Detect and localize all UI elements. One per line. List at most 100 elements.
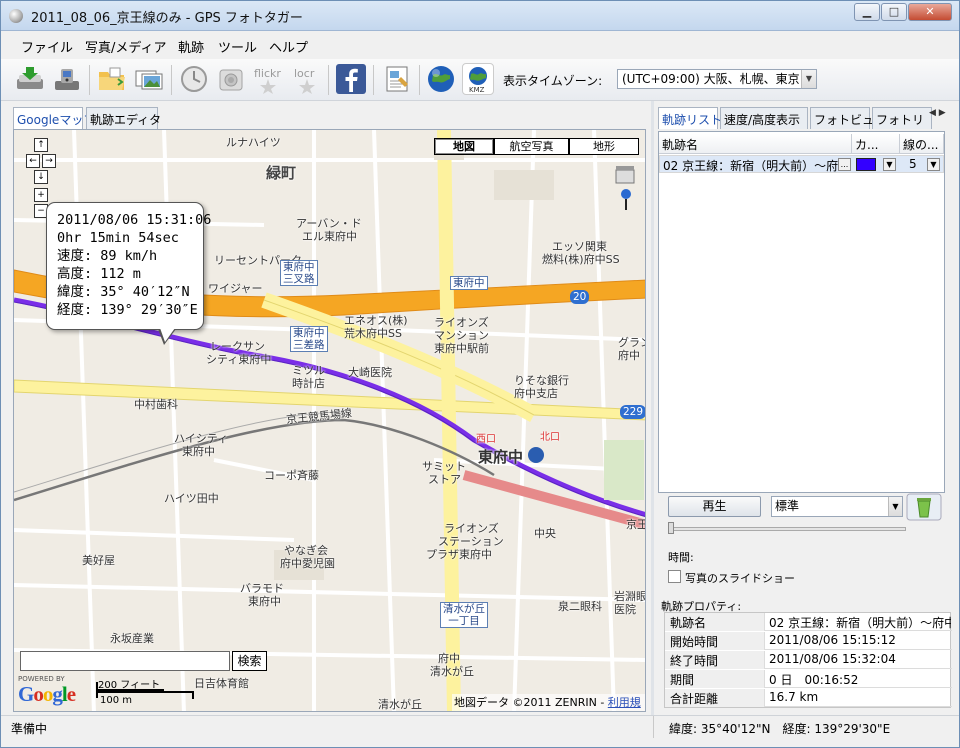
tab-google-map[interactable]: Googleマップ: [13, 107, 95, 129]
menu-help[interactable]: ヘルプ: [269, 37, 308, 56]
pan-down-button[interactable]: ↓: [34, 170, 48, 184]
property-value[interactable]: 0 日 00:16:52: [769, 670, 951, 688]
zoom-in-button[interactable]: +: [34, 188, 48, 202]
map-label: 医院: [614, 603, 636, 616]
map-label: 東府中: [248, 595, 281, 608]
menu-file[interactable]: ファイル: [21, 37, 73, 56]
play-button[interactable]: 再生: [668, 496, 761, 517]
map-label: 清水が丘: [430, 665, 474, 678]
maximize-button[interactable]: □: [881, 3, 907, 21]
gps-device-icon[interactable]: [51, 63, 83, 95]
station-label: 東府中: [478, 448, 524, 466]
map-search-button[interactable]: 検索: [232, 651, 267, 671]
menu-photo-media[interactable]: 写真/メディア: [85, 37, 166, 56]
close-button[interactable]: ✕: [908, 3, 952, 21]
map-label: 清水が丘: [378, 698, 422, 711]
tab-track-editor[interactable]: 軌跡エディタ: [86, 107, 161, 129]
map-label: 荒木府中SS: [344, 327, 402, 340]
app-icon: [9, 9, 23, 23]
property-key: 終了時間: [665, 651, 765, 669]
property-value[interactable]: 2011/08/06 15:15:12: [769, 632, 951, 650]
property-key: 合計距離: [665, 689, 765, 707]
chevron-down-icon[interactable]: ▼: [927, 158, 940, 171]
minimize-button[interactable]: ▁: [854, 3, 880, 21]
road-sign: 東府中 三叉路: [280, 260, 318, 286]
map-type-satellite[interactable]: 航空写真: [494, 138, 569, 155]
property-value[interactable]: 2011/08/06 15:32:04: [769, 651, 951, 669]
map-label: 時計店: [292, 377, 325, 390]
map-label: 美好屋: [82, 554, 115, 567]
balloon-longitude: 経度: 139° 29′30″E: [57, 302, 198, 318]
track-name-more-button[interactable]: ...: [838, 158, 851, 171]
tab-photo-view[interactable]: フォトビュー: [810, 107, 886, 129]
pane-splitter[interactable]: [651, 101, 654, 715]
google-earth-icon[interactable]: [425, 63, 457, 95]
pan-right-button[interactable]: →: [42, 154, 56, 168]
map-label: 大崎医院: [348, 366, 392, 379]
map-label: 燃料(株)府中SS: [542, 253, 620, 266]
property-key: 開始時間: [665, 632, 765, 650]
tab-track-list[interactable]: 軌跡リスト: [658, 107, 722, 129]
trash-icon[interactable]: [906, 493, 942, 521]
playback-slider-track[interactable]: [670, 527, 906, 531]
map-label: 永坂産業: [110, 632, 154, 645]
map-label: 京王: [626, 518, 646, 531]
track-list-grid: 軌跡名 カ... 線の... 02 京王線：新宿（明大前）～府中 ... ▼ 5…: [658, 131, 945, 493]
chevron-down-icon[interactable]: ▼: [883, 158, 896, 171]
column-header-color[interactable]: カ...: [852, 134, 900, 154]
title-bar[interactable]: 2011_08_06_京王線のみ - GPS フォトタガー ▁ □ ✕: [1, 1, 959, 31]
table-row[interactable]: 02 京王線：新宿（明大前）～府中 ... ▼ 5 ▼: [659, 155, 944, 173]
report-icon[interactable]: [381, 63, 413, 95]
track-name-cell: 02 京王線：新宿（明大前）～府中: [663, 159, 839, 173]
track-color-swatch[interactable]: [856, 158, 876, 171]
camera-icon[interactable]: [215, 63, 247, 95]
map-type-map[interactable]: 地図: [434, 138, 494, 155]
map-scale: 200 フィート 100 m: [96, 676, 196, 711]
locr-icon[interactable]: locr: [291, 63, 323, 95]
import-icon[interactable]: [14, 63, 46, 95]
menu-track[interactable]: 軌跡: [178, 37, 204, 56]
kmz-icon[interactable]: KMZ: [462, 63, 494, 95]
chevron-down-icon[interactable]: ▼: [801, 70, 816, 88]
map-label: 府中愛児園: [280, 557, 335, 570]
map-label: 中央: [534, 527, 556, 540]
flickr-icon[interactable]: flickr: [252, 63, 284, 95]
map-label: 北口: [540, 432, 560, 443]
map-view[interactable]: 地図 航空写真 地形 ↑ ← → ↓ + − ルナハイツ 緑町 アーバン・ド エ…: [13, 129, 646, 712]
street-view-pegman-icon[interactable]: [618, 188, 634, 212]
photos-icon[interactable]: [133, 63, 165, 95]
balloon-elapsed: 0hr 15min 54sec: [57, 230, 179, 246]
pan-left-button[interactable]: ←: [26, 154, 40, 168]
map-label: 東府中駅前: [434, 342, 489, 355]
facebook-icon[interactable]: [335, 63, 367, 95]
clock-icon[interactable]: [178, 63, 210, 95]
column-header-name[interactable]: 軌跡名: [659, 134, 852, 154]
property-value[interactable]: 16.7 km: [769, 689, 951, 707]
balloon-tail: [160, 328, 175, 342]
track-info-balloon: 2011/08/06 15:31:06 0hr 15min 54sec 速度: …: [46, 202, 211, 330]
playback-slider-thumb[interactable]: [668, 522, 674, 534]
column-header-width[interactable]: 線の...: [900, 134, 944, 154]
map-type-terrain[interactable]: 地形: [569, 138, 639, 155]
map-search-input[interactable]: [20, 651, 230, 671]
svg-text:KMZ: KMZ: [469, 86, 485, 94]
tab-scroll-arrows[interactable]: ◀ ▶: [929, 108, 946, 118]
property-row: 終了時間 2011/08/06 15:32:04: [665, 651, 952, 669]
pan-up-button[interactable]: ↑: [34, 138, 48, 152]
window-title: 2011_08_06_京王線のみ - GPS フォトタガー: [31, 11, 303, 26]
timezone-select[interactable]: (UTC+09:00) 大阪、札幌、東京 ▼: [617, 69, 817, 89]
street-view-camera-icon[interactable]: [614, 164, 636, 186]
chevron-down-icon[interactable]: ▼: [888, 497, 902, 516]
map-label: 府中支店: [514, 387, 558, 400]
tab-photo-list[interactable]: フォトリ: [872, 107, 932, 129]
open-folder-icon[interactable]: [96, 63, 128, 95]
balloon-speed: 速度: 89 km/h: [57, 248, 158, 264]
menu-tools[interactable]: ツール: [218, 37, 257, 56]
tab-speed-altitude[interactable]: 速度/高度表示: [720, 107, 808, 129]
slideshow-label[interactable]: 写真のスライドショー: [685, 570, 795, 586]
road-sign: 清水が丘 一丁目: [440, 602, 488, 628]
map-label: 日吉体育館: [194, 677, 249, 690]
property-value[interactable]: 02 京王線：新宿（明大前）～府中: [769, 613, 951, 631]
playback-speed-select[interactable]: 標準 ▼: [771, 496, 903, 517]
slideshow-checkbox[interactable]: [668, 570, 681, 583]
